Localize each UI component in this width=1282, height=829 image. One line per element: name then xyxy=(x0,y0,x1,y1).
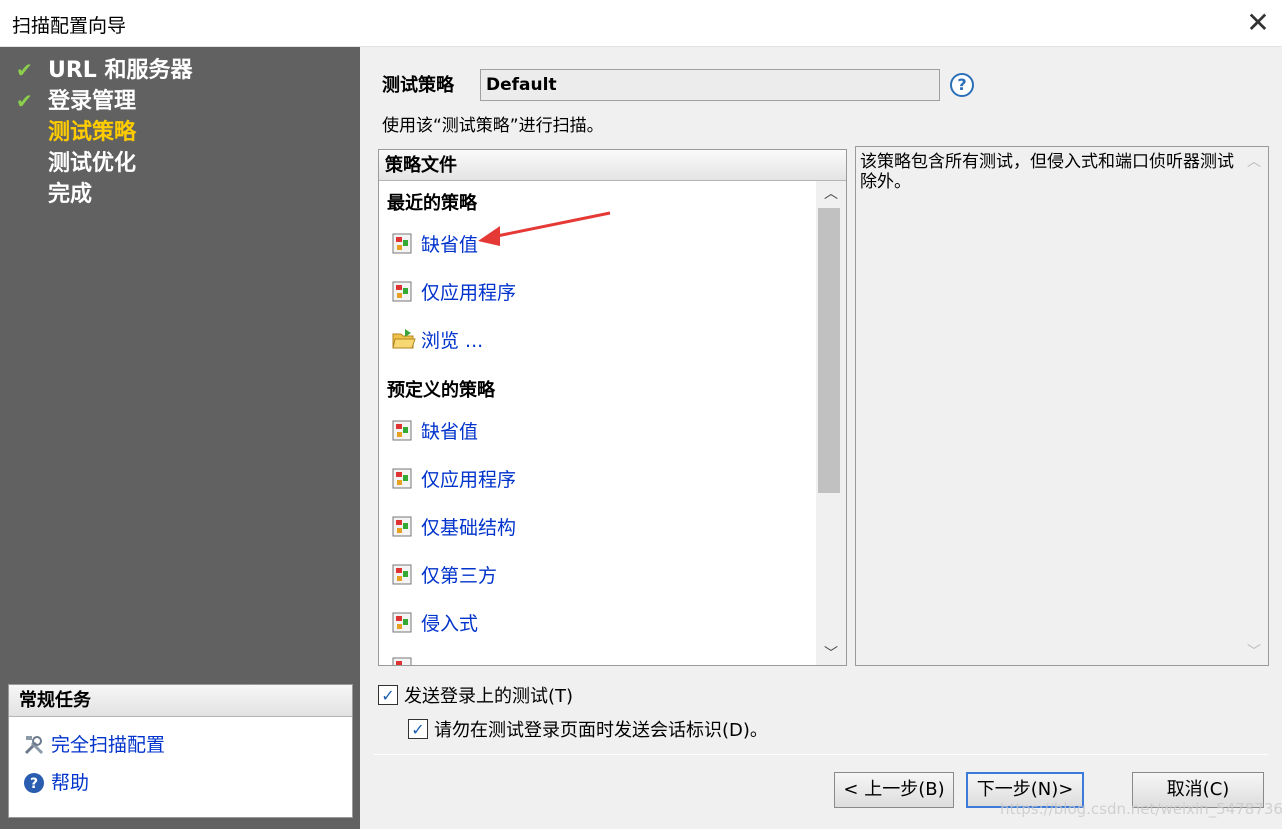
scroll-up-icon[interactable]: ︿ xyxy=(1242,151,1266,171)
policy-file-icon xyxy=(391,418,415,442)
policy-list-body: 最近的策略 缺省值 仅应用程序 浏览 ... 预定义的策略 缺省值 仅应用程序 … xyxy=(379,181,816,665)
tools-icon xyxy=(21,732,47,758)
step-label: 测试优化 xyxy=(48,151,137,176)
predefined-item-partial[interactable] xyxy=(391,653,421,665)
watermark: https://blog.csdn.net/weixin_54787369 xyxy=(1000,800,1282,818)
step-label: 登录管理 xyxy=(48,89,137,114)
no-session-id-checkbox[interactable]: ✓ 请勿在测试登录页面时发送会话标识(D)。 xyxy=(408,716,768,742)
common-tasks-header: 常规任务 xyxy=(9,685,352,717)
step-login-management: ✔ 登录管理 xyxy=(0,86,360,117)
check-icon: ✔ xyxy=(16,58,33,82)
item-label: 侵入式 xyxy=(421,612,479,635)
step-label: URL 和服务器 xyxy=(48,58,193,83)
scroll-down-icon[interactable]: ﹀ xyxy=(816,641,846,665)
predefined-item-infrastructure[interactable]: 仅基础结构 xyxy=(391,512,516,540)
policy-file-icon xyxy=(391,562,415,586)
help-icon: ? xyxy=(21,770,47,796)
policy-file-list: 策略文件 最近的策略 缺省值 仅应用程序 浏览 ... 预定义的策略 缺省值 仅… xyxy=(378,149,847,666)
item-label: 浏览 ... xyxy=(421,329,484,352)
task-label: 帮助 xyxy=(51,772,90,794)
checkbox-check-icon[interactable]: ✓ xyxy=(378,685,398,705)
scroll-thumb[interactable] xyxy=(818,208,840,493)
scroll-down-icon[interactable]: ﹀ xyxy=(1242,641,1266,661)
policy-file-icon xyxy=(391,610,415,634)
policy-label: 测试策略 xyxy=(382,75,454,96)
policy-file-icon xyxy=(391,279,415,303)
wizard-steps: ✔ URL 和服务器 ✔ 登录管理 测试策略 测试优化 完成 xyxy=(0,55,360,210)
policy-file-icon xyxy=(391,231,415,255)
item-label: 仅应用程序 xyxy=(421,468,517,491)
scroll-up-icon[interactable]: ︿ xyxy=(816,181,846,207)
item-label: 仅应用程序 xyxy=(421,281,517,304)
item-label: 仅基础结构 xyxy=(421,516,517,539)
predefined-policies-title: 预定义的策略 xyxy=(387,380,495,401)
main-content: 测试策略 Default ? 使用该“测试策略”进行扫描。 策略文件 最近的策略… xyxy=(360,47,1282,829)
recent-item-browse[interactable]: 浏览 ... xyxy=(391,325,483,353)
task-label: 完全扫描配置 xyxy=(51,734,166,756)
policy-description-panel: 该策略包含所有测试，但侵入式和端口侦听器测试除外。 ︿ ﹀ xyxy=(855,146,1269,666)
task-help[interactable]: ? 帮助 xyxy=(21,769,89,797)
item-label: 仅第三方 xyxy=(421,564,498,587)
step-label: 测试策略 xyxy=(48,120,137,145)
step-finish: 完成 xyxy=(0,179,360,210)
policy-file-icon xyxy=(391,466,415,490)
predefined-item-default[interactable]: 缺省值 xyxy=(391,416,478,444)
policy-file-icon xyxy=(391,655,415,665)
checkbox-label: 请勿在测试登录页面时发送会话标识(D)。 xyxy=(434,720,768,741)
step-label: 完成 xyxy=(48,182,93,207)
step-url-server: ✔ URL 和服务器 xyxy=(0,55,360,86)
policy-field[interactable]: Default xyxy=(480,69,940,101)
step-test-optimization: 测试优化 xyxy=(0,148,360,179)
step-test-policy: 测试策略 xyxy=(0,117,360,148)
policy-description-text: 该策略包含所有测试，但侵入式和端口侦听器测试除外。 xyxy=(860,152,1234,192)
predefined-item-intrusive[interactable]: 侵入式 xyxy=(391,608,478,636)
svg-text:?: ? xyxy=(30,776,38,792)
title-bar: 扫描配置向导 ✕ xyxy=(0,0,1282,47)
window-title: 扫描配置向导 xyxy=(12,15,127,37)
checkbox-label: 发送登录上的测试(T) xyxy=(404,686,574,707)
wizard-sidebar: ✔ URL 和服务器 ✔ 登录管理 测试策略 测试优化 完成 常规任务 完全扫描… xyxy=(0,47,360,829)
predefined-item-third-party[interactable]: 仅第三方 xyxy=(391,560,497,588)
send-login-tests-checkbox[interactable]: ✓ 发送登录上的测试(T) xyxy=(378,682,573,708)
back-button[interactable]: < 上一步(B) xyxy=(834,772,954,808)
policy-hint: 使用该“测试策略”进行扫描。 xyxy=(382,116,604,136)
item-label: 缺省值 xyxy=(421,233,479,256)
policy-list-scrollbar[interactable]: ︿ ﹀ xyxy=(816,181,846,665)
policy-file-icon xyxy=(391,514,415,538)
footer-divider xyxy=(374,754,1268,755)
checkbox-check-icon[interactable]: ✓ xyxy=(408,719,428,739)
recent-item-default[interactable]: 缺省值 xyxy=(391,229,478,257)
policy-file-header: 策略文件 xyxy=(379,150,846,181)
predefined-item-app-only[interactable]: 仅应用程序 xyxy=(391,464,516,492)
close-icon[interactable]: ✕ xyxy=(1244,9,1272,37)
check-icon: ✔ xyxy=(16,89,33,113)
item-label: 缺省值 xyxy=(421,420,479,443)
common-tasks-panel: 常规任务 完全扫描配置 ? 帮助 xyxy=(8,684,353,818)
recent-item-app-only[interactable]: 仅应用程序 xyxy=(391,277,516,305)
folder-open-icon xyxy=(391,327,416,351)
task-full-scan-config[interactable]: 完全扫描配置 xyxy=(21,731,165,759)
help-button[interactable]: ? xyxy=(950,73,974,97)
recent-policies-title: 最近的策略 xyxy=(387,193,477,214)
